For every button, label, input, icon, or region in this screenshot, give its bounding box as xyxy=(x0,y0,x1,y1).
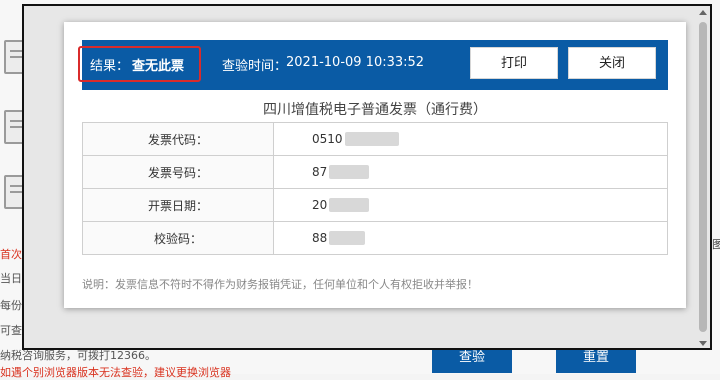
redaction-mask xyxy=(329,165,370,180)
background-text: 如遇个别浏览器版本无法查验，建议更换浏览器 xyxy=(0,366,231,379)
check-time-label: 查验时间： xyxy=(222,59,288,74)
redaction-mask xyxy=(329,231,366,246)
result-value: 查无此票 xyxy=(132,59,185,74)
redaction-mask xyxy=(329,198,370,213)
background-text: 首次 xyxy=(0,248,22,261)
scroll-down-arrow-icon[interactable] xyxy=(699,341,707,346)
table-row: 开票日期： 20 xyxy=(82,188,668,222)
redaction-mask xyxy=(344,132,399,147)
background-text: 当日 xyxy=(0,272,22,285)
check-code-label: 校验码： xyxy=(82,221,274,255)
background-text: 可查 xyxy=(0,324,22,337)
check-code-cell: 88 xyxy=(273,221,668,255)
close-button[interactable]: 关闭 xyxy=(568,47,656,79)
table-row: 校验码： 88 xyxy=(82,221,668,255)
check-time-value: 2021-10-09 10:33:52 xyxy=(286,55,425,70)
result-label: 结果： xyxy=(90,59,130,74)
dialog-frame: 结果： 查无此票 查验时间： 2021-10-09 10:33:52 打印 关闭… xyxy=(22,4,712,350)
scrollbar[interactable] xyxy=(698,10,708,346)
disclaimer-text: 说明：发票信息不符时不得作为财务报销凭证，任何单位和个人有权拒收并举报！ xyxy=(82,278,478,291)
scroll-thumb[interactable] xyxy=(699,22,707,332)
invoice-code-cell: 0510 xyxy=(273,122,668,156)
issue-date-cell: 20 xyxy=(273,188,668,222)
issue-date-label: 开票日期： xyxy=(82,188,274,222)
background-text: 每份 xyxy=(0,299,22,312)
invoice-code-value: 0510 xyxy=(312,131,343,146)
scroll-up-arrow-icon[interactable] xyxy=(699,10,707,15)
invoice-code-label: 发票代码： xyxy=(82,122,274,156)
table-row: 发票号码： 87 xyxy=(82,155,668,189)
check-code-value: 88 xyxy=(312,230,328,245)
invoice-info-table: 发票代码： 0510 发票号码： 87 开票日期： 20 校验码： 88 xyxy=(82,122,668,255)
invoice-number-value: 87 xyxy=(312,164,328,179)
issue-date-value: 20 xyxy=(312,197,328,212)
print-button[interactable]: 打印 xyxy=(470,47,558,79)
invoice-title: 四川增值税电子普通发票（通行费） xyxy=(263,102,487,118)
invoice-number-cell: 87 xyxy=(273,155,668,189)
invoice-number-label: 发票号码： xyxy=(82,155,274,189)
invoice-result-modal: 结果： 查无此票 查验时间： 2021-10-09 10:33:52 打印 关闭… xyxy=(64,22,686,308)
table-row: 发票代码： 0510 xyxy=(82,122,668,156)
